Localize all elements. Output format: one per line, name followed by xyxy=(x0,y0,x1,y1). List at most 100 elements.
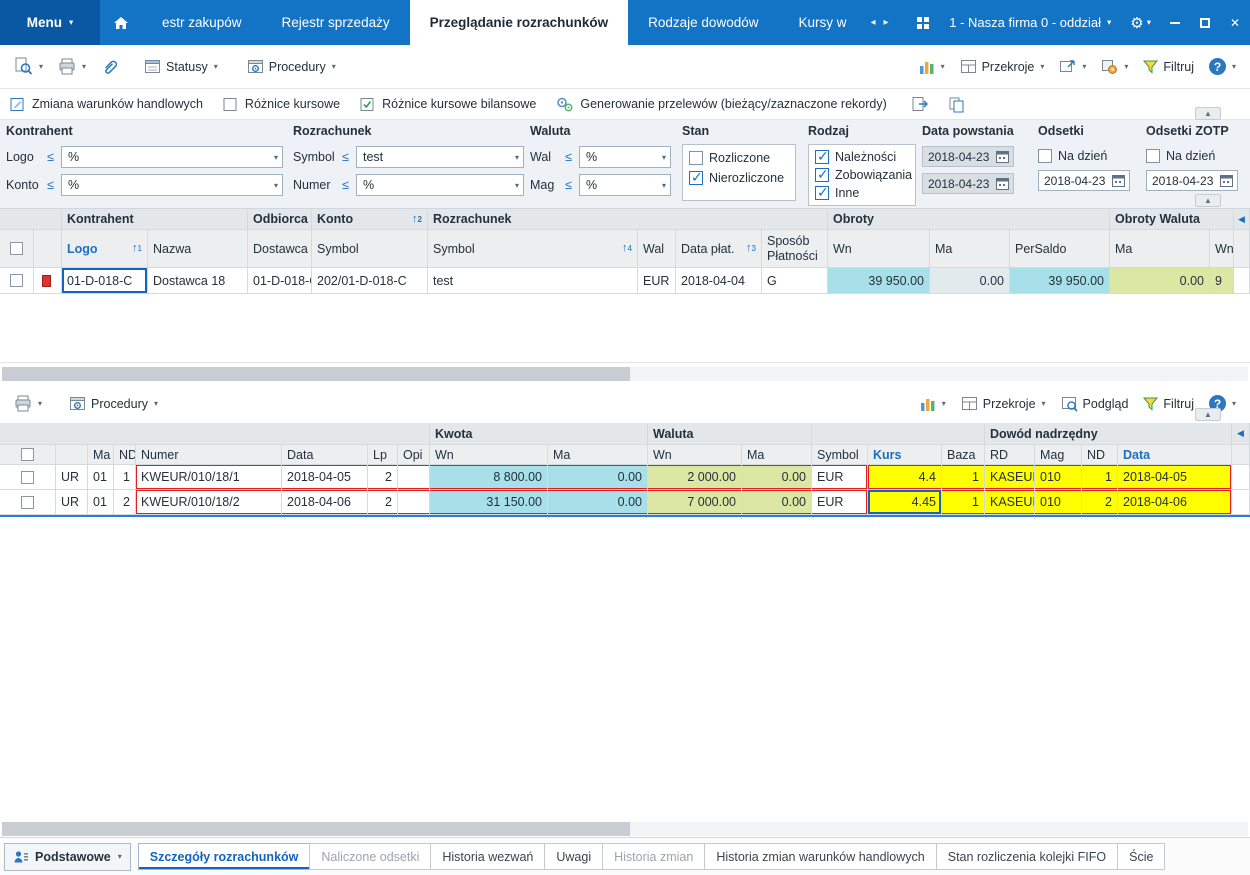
column-header-nd2[interactable]: ND xyxy=(1082,445,1118,465)
cell-waluta-ma[interactable]: 0.00 xyxy=(742,465,812,490)
scrollbar-thumb[interactable] xyxy=(2,366,630,381)
roznice-kursowe-button[interactable]: Różnice kursowe xyxy=(223,97,340,112)
podglad-button[interactable]: Podgląd xyxy=(1055,391,1135,416)
column-header-rd[interactable]: RD xyxy=(985,445,1035,465)
tab-rejestr-sprzedazy[interactable]: Rejestr sprzedaży xyxy=(262,0,410,45)
zmiana-warunkow-button[interactable]: Zmiana warunków handlowych xyxy=(10,97,203,112)
data-powstania-do-field[interactable]: 2018-04-23 xyxy=(922,173,1014,194)
wal-filter-combo[interactable]: % ▾ xyxy=(579,146,671,168)
group-header-konto[interactable]: Konto ↑ 2 xyxy=(312,209,428,230)
cell-nd2[interactable]: 2 xyxy=(1082,490,1118,515)
column-header-waluta-wn[interactable]: Wn xyxy=(1210,230,1234,268)
tab-uwagi[interactable]: Uwagi xyxy=(544,843,604,870)
column-header-lp[interactable]: Lp xyxy=(368,445,398,465)
cell-kwota-ma[interactable]: 0.00 xyxy=(548,465,648,490)
tab-scroll-left-icon[interactable]: ◂ xyxy=(866,0,879,45)
cell-sposob[interactable]: G xyxy=(762,268,828,294)
detail-row-selected[interactable]: UR 01 2 KWEUR/010/18/2 2018-04-06 2 31 1… xyxy=(0,490,1250,515)
cell-symbol[interactable]: EUR xyxy=(812,490,868,515)
column-header-ma[interactable]: Ma xyxy=(88,445,114,465)
mag-filter-combo[interactable]: % ▾ xyxy=(579,174,671,196)
tab-historia-wezwan[interactable]: Historia wezwań xyxy=(430,843,546,870)
chart-button[interactable]: ▾ xyxy=(912,54,951,79)
cell-ma[interactable]: 0.00 xyxy=(930,268,1010,294)
column-header-data[interactable]: Data xyxy=(282,445,368,465)
cell-ma[interactable]: 01 xyxy=(88,465,114,490)
column-header-kurs[interactable]: Kurs xyxy=(868,445,942,465)
column-header-waluta-ma[interactable]: Ma xyxy=(742,445,812,465)
cell-mag[interactable]: 010 xyxy=(1035,465,1082,490)
logo-filter-combo[interactable]: % ▾ xyxy=(61,146,283,168)
column-header-waluta-wn[interactable]: Wn xyxy=(648,445,742,465)
podstawowe-button[interactable]: Podstawowe ▾ xyxy=(4,842,131,871)
lte-operator-icon[interactable]: ≤ xyxy=(340,150,351,164)
cell-opis[interactable] xyxy=(398,490,430,515)
column-header-logo[interactable]: Logo ↑ 1 xyxy=(62,230,148,268)
cell-waluta-wn[interactable]: 2 000.00 xyxy=(648,465,742,490)
column-scroll-left-icon[interactable]: ◀ xyxy=(1234,209,1250,230)
column-header-numer[interactable]: Numer xyxy=(136,445,282,465)
column-header-kwota-wn[interactable]: Wn xyxy=(430,445,548,465)
cell-kwota-ma[interactable]: 0.00 xyxy=(548,490,648,515)
detail-przekroje-button[interactable]: Przekroje ▾ xyxy=(955,391,1052,416)
cell-lp[interactable]: 2 xyxy=(368,490,398,515)
column-header-sposob-platnosci[interactable]: Sposób Płatności xyxy=(762,230,828,268)
scrollbar-track[interactable] xyxy=(2,821,1248,836)
cell-data-plat[interactable]: 2018-04-04 xyxy=(676,268,762,294)
column-header-mag[interactable]: Mag xyxy=(1035,445,1082,465)
row-select-checkbox[interactable] xyxy=(0,268,34,294)
zobowiazania-checkbox[interactable]: Zobowiązania xyxy=(815,166,912,183)
row-select-checkbox[interactable] xyxy=(0,465,56,490)
cell-nazwa[interactable]: Dostawca 18 xyxy=(148,268,248,294)
cell-konto-symbol[interactable]: 202/01-D-018-C xyxy=(312,268,428,294)
cell-opis[interactable] xyxy=(398,465,430,490)
scrollbar-track[interactable] xyxy=(2,366,1248,381)
cell-typ[interactable]: UR xyxy=(56,490,88,515)
rozliczone-checkbox[interactable]: Rozliczone xyxy=(689,149,789,166)
settings-button[interactable]: ⚙ ▾ xyxy=(1121,0,1160,45)
app-grid-button[interactable] xyxy=(907,0,939,45)
cell-nd2[interactable]: 1 xyxy=(1082,465,1118,490)
attachments-button[interactable] xyxy=(95,54,125,80)
cell-wal[interactable]: EUR xyxy=(638,268,676,294)
inne-checkbox[interactable]: Inne xyxy=(815,184,909,201)
maximize-button[interactable] xyxy=(1190,0,1220,45)
cell-data[interactable]: 2018-04-05 xyxy=(282,465,368,490)
collapse-filter-panel-button[interactable]: ▲ xyxy=(1195,107,1221,120)
tab-przegladanie-rozrachunkow[interactable]: Przeglądanie rozrachunków xyxy=(409,0,629,45)
cell-rd[interactable]: KASEUI xyxy=(985,465,1035,490)
collapse-detail-panel-button[interactable]: ▲ xyxy=(1195,408,1221,421)
column-header-kwota-ma[interactable]: Ma xyxy=(548,445,648,465)
odsetki-zotp-na-dzien-checkbox[interactable]: Na dzień xyxy=(1146,147,1238,164)
cell-wn[interactable]: 39 950.00 xyxy=(828,268,930,294)
detach-window-button[interactable]: ▾ xyxy=(1053,54,1092,79)
print-preview-button[interactable]: ▾ xyxy=(8,53,49,80)
lte-operator-icon[interactable]: ≤ xyxy=(563,150,574,164)
lte-operator-icon[interactable]: ≤ xyxy=(45,150,56,164)
odsetki-na-dzien-checkbox[interactable]: Na dzień xyxy=(1038,147,1130,164)
column-header-baza[interactable]: Baza xyxy=(942,445,985,465)
column-header-opis[interactable]: Opi xyxy=(398,445,430,465)
detail-row[interactable]: UR 01 1 KWEUR/010/18/1 2018-04-05 2 8 80… xyxy=(0,465,1250,490)
tab-historia-zmian-warunkow[interactable]: Historia zmian warunków handlowych xyxy=(704,843,937,870)
close-button[interactable]: ✕ xyxy=(1220,0,1250,45)
naleznosci-checkbox[interactable]: Należności xyxy=(815,148,909,165)
lte-operator-icon[interactable]: ≤ xyxy=(340,178,351,192)
detail-filtruj-button[interactable]: Filtruj xyxy=(1137,392,1200,415)
cell-numer[interactable]: KWEUR/010/18/1 xyxy=(136,465,282,490)
column-header-wn[interactable]: Wn xyxy=(828,230,930,268)
tab-szczegoly-rozrachunkow[interactable]: Szczegóły rozrachunków xyxy=(137,843,311,870)
tab-stan-rozliczenia-fifo[interactable]: Stan rozliczenia kolejki FIFO xyxy=(935,843,1119,870)
column-scroll-left-icon[interactable]: ◀ xyxy=(1232,423,1250,445)
cell-data[interactable]: 2018-04-06 xyxy=(282,490,368,515)
symbol-filter-combo[interactable]: test ▾ xyxy=(356,146,524,168)
odsetki-date-field[interactable]: 2018-04-23 xyxy=(1038,170,1130,191)
cell-persaldo[interactable]: 39 950.00 xyxy=(1010,268,1110,294)
column-header-symbol[interactable]: Symbol xyxy=(812,445,868,465)
numer-filter-combo[interactable]: % ▾ xyxy=(356,174,524,196)
przekroje-button[interactable]: Przekroje ▾ xyxy=(954,54,1051,79)
lte-operator-icon[interactable]: ≤ xyxy=(45,178,56,192)
cell-rd[interactable]: KASEUI xyxy=(985,490,1035,515)
detail-chart-button[interactable]: ▾ xyxy=(913,391,952,416)
cell-typ[interactable]: UR xyxy=(56,465,88,490)
